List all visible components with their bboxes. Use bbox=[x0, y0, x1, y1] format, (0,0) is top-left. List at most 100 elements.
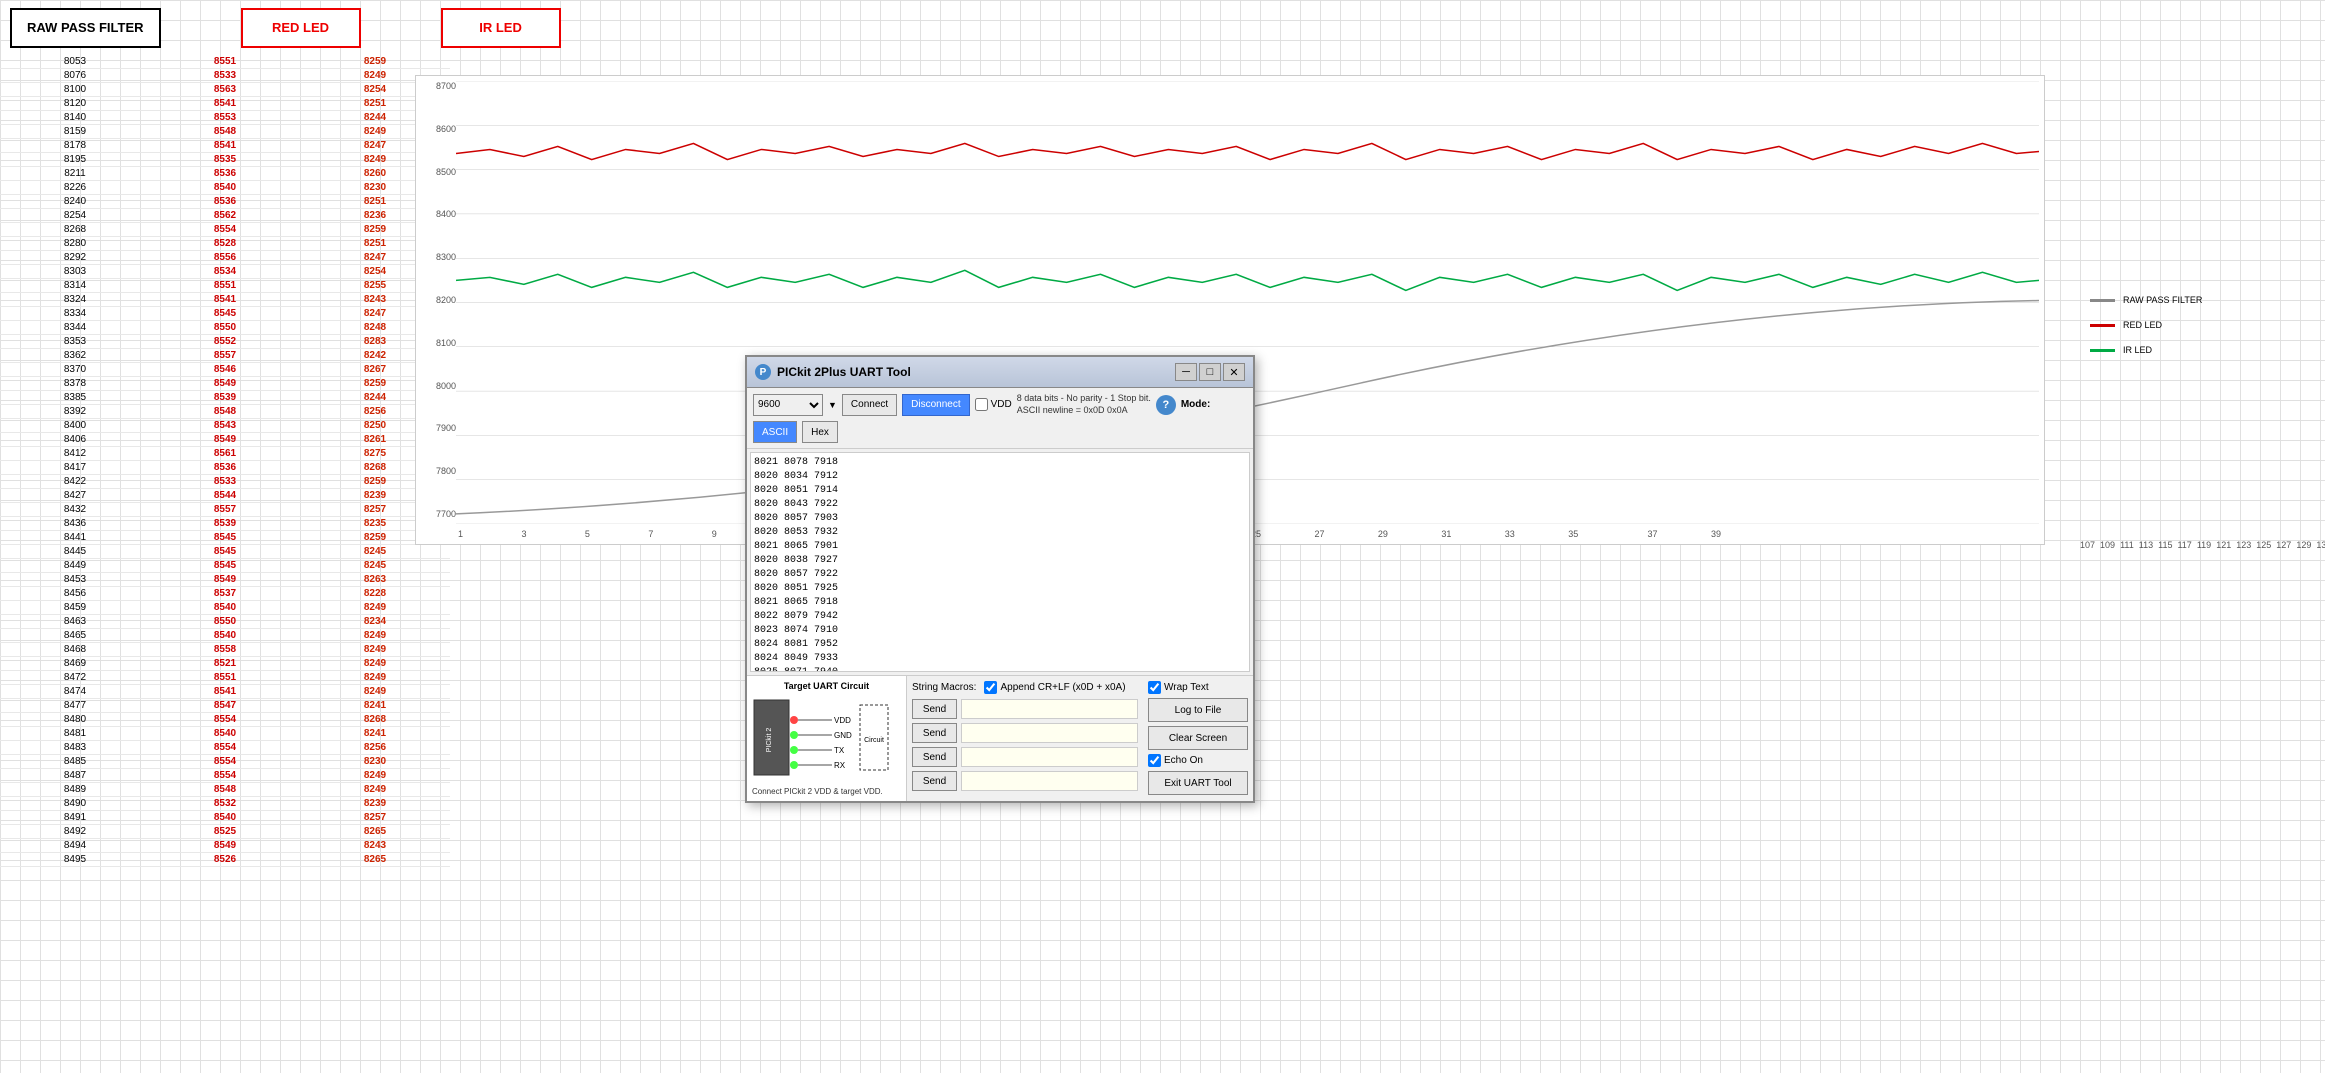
right-buttons: Wrap Text Log to File Clear Screen Echo … bbox=[1143, 676, 1253, 801]
ir-cell: 8263 bbox=[300, 573, 450, 587]
data-display[interactable]: 8021 8078 79188020 8034 79128020 8051 79… bbox=[750, 452, 1250, 672]
red-cell: 8533 bbox=[150, 69, 300, 83]
red-cell: 8549 bbox=[150, 377, 300, 391]
clear-screen-button[interactable]: Clear Screen bbox=[1148, 726, 1248, 750]
raw-cell: 8468 bbox=[0, 643, 150, 657]
exit-uart-tool-button[interactable]: Exit UART Tool bbox=[1148, 771, 1248, 795]
data-row: 8021 8065 7918 bbox=[754, 596, 1246, 610]
connect-button[interactable]: Connect bbox=[842, 394, 897, 416]
ir-cell: 8249 bbox=[300, 629, 450, 643]
raw-cell: 8480 bbox=[0, 713, 150, 727]
macro-row-3: Send bbox=[912, 747, 1138, 767]
append-crlf-checkbox[interactable] bbox=[984, 681, 997, 694]
red-led-label: RED LED bbox=[241, 8, 361, 48]
ir-cell: 8239 bbox=[300, 797, 450, 811]
red-cell: 8549 bbox=[150, 839, 300, 853]
raw-cell: 8353 bbox=[0, 335, 150, 349]
dialog-titlebar[interactable]: P PICkit 2Plus UART Tool ─ □ ✕ bbox=[747, 357, 1253, 388]
red-cell: 8528 bbox=[150, 237, 300, 251]
red-cell: 8545 bbox=[150, 307, 300, 321]
red-cell: 8558 bbox=[150, 643, 300, 657]
vdd-checkbox-label[interactable]: VDD bbox=[975, 398, 1012, 411]
ir-cell: 8249 bbox=[300, 643, 450, 657]
ir-cell: 8241 bbox=[300, 699, 450, 713]
raw-cell: 8211 bbox=[0, 167, 150, 181]
macro-input-4[interactable] bbox=[961, 771, 1138, 791]
red-cell: 8549 bbox=[150, 573, 300, 587]
ir-cell: 8268 bbox=[300, 713, 450, 727]
red-cell: 8557 bbox=[150, 349, 300, 363]
macro-row-4: Send bbox=[912, 771, 1138, 791]
raw-cell: 8226 bbox=[0, 181, 150, 195]
red-cell: 8536 bbox=[150, 167, 300, 181]
red-cell: 8546 bbox=[150, 363, 300, 377]
raw-cell: 8324 bbox=[0, 293, 150, 307]
append-crlf-label[interactable]: Append CR+LF (x0D + x0A) bbox=[984, 681, 1125, 694]
vdd-checkbox[interactable] bbox=[975, 398, 988, 411]
raw-cell: 8385 bbox=[0, 391, 150, 405]
send-button-2[interactable]: Send bbox=[912, 723, 957, 743]
data-row: 8023 8074 7910 bbox=[754, 624, 1246, 638]
macro-section: String Macros: Append CR+LF (x0D + x0A) … bbox=[907, 676, 1143, 801]
log-to-file-button[interactable]: Log to File bbox=[1148, 698, 1248, 722]
send-button-4[interactable]: Send bbox=[912, 771, 957, 791]
maximize-button[interactable]: □ bbox=[1199, 363, 1221, 381]
red-cell: 8551 bbox=[150, 279, 300, 293]
raw-cell: 8445 bbox=[0, 545, 150, 559]
red-cell: 8556 bbox=[150, 251, 300, 265]
raw-cell: 8432 bbox=[0, 503, 150, 517]
ascii-mode-button[interactable]: ASCII bbox=[753, 421, 797, 443]
data-row: 8020 8051 7925 bbox=[754, 582, 1246, 596]
data-row: 8020 8057 7903 bbox=[754, 512, 1246, 526]
red-cell: 8541 bbox=[150, 685, 300, 699]
macro-input-1[interactable] bbox=[961, 699, 1138, 719]
red-cell: 8551 bbox=[150, 55, 300, 69]
ir-cell: 8249 bbox=[300, 783, 450, 797]
raw-cell: 8463 bbox=[0, 615, 150, 629]
raw-cell: 8422 bbox=[0, 475, 150, 489]
baud-rate-select[interactable]: 9600 19200 38400 115200 bbox=[753, 394, 823, 416]
red-cell: 8545 bbox=[150, 545, 300, 559]
disconnect-button[interactable]: Disconnect bbox=[902, 394, 969, 416]
hex-mode-button[interactable]: Hex bbox=[802, 421, 838, 443]
red-cell: 8539 bbox=[150, 391, 300, 405]
data-columns: 8053807681008120814081598178819582118226… bbox=[0, 55, 450, 1073]
raw-cell: 8303 bbox=[0, 265, 150, 279]
raw-cell: 8490 bbox=[0, 797, 150, 811]
echo-on-label[interactable]: Echo On bbox=[1148, 754, 1248, 767]
red-cell: 8548 bbox=[150, 405, 300, 419]
macro-input-2[interactable] bbox=[961, 723, 1138, 743]
raw-cell: 8477 bbox=[0, 699, 150, 713]
raw-cell: 8436 bbox=[0, 517, 150, 531]
red-cell: 8547 bbox=[150, 699, 300, 713]
macro-input-3[interactable] bbox=[961, 747, 1138, 767]
red-cell: 8540 bbox=[150, 727, 300, 741]
red-legend-swatch bbox=[2090, 324, 2115, 327]
data-row: 8022 8079 7942 bbox=[754, 610, 1246, 624]
legend-raw: RAW PASS FILTER bbox=[2090, 295, 2310, 305]
red-cell: 8553 bbox=[150, 111, 300, 125]
raw-cell: 8483 bbox=[0, 741, 150, 755]
red-cell: 8550 bbox=[150, 321, 300, 335]
help-button[interactable]: ? bbox=[1156, 395, 1176, 415]
close-button[interactable]: ✕ bbox=[1223, 363, 1245, 381]
minimize-button[interactable]: ─ bbox=[1175, 363, 1197, 381]
raw-cell: 8178 bbox=[0, 139, 150, 153]
data-row: 8024 8049 7933 bbox=[754, 652, 1246, 666]
raw-cell: 8453 bbox=[0, 573, 150, 587]
wrap-text-checkbox[interactable] bbox=[1148, 681, 1161, 694]
wrap-text-label[interactable]: Wrap Text bbox=[1148, 681, 1248, 694]
ir-cell: 8234 bbox=[300, 615, 450, 629]
send-button-3[interactable]: Send bbox=[912, 747, 957, 767]
send-button-1[interactable]: Send bbox=[912, 699, 957, 719]
ir-cell: 8249 bbox=[300, 671, 450, 685]
ir-cell: 8265 bbox=[300, 853, 450, 867]
red-cell: 8537 bbox=[150, 587, 300, 601]
red-cell: 8543 bbox=[150, 419, 300, 433]
raw-cell: 8240 bbox=[0, 195, 150, 209]
echo-on-checkbox[interactable] bbox=[1148, 754, 1161, 767]
red-cell: 8533 bbox=[150, 475, 300, 489]
raw-cell: 8362 bbox=[0, 349, 150, 363]
right-legend: RAW PASS FILTER RED LED IR LED bbox=[2075, 280, 2325, 1073]
ir-cell: 8245 bbox=[300, 559, 450, 573]
